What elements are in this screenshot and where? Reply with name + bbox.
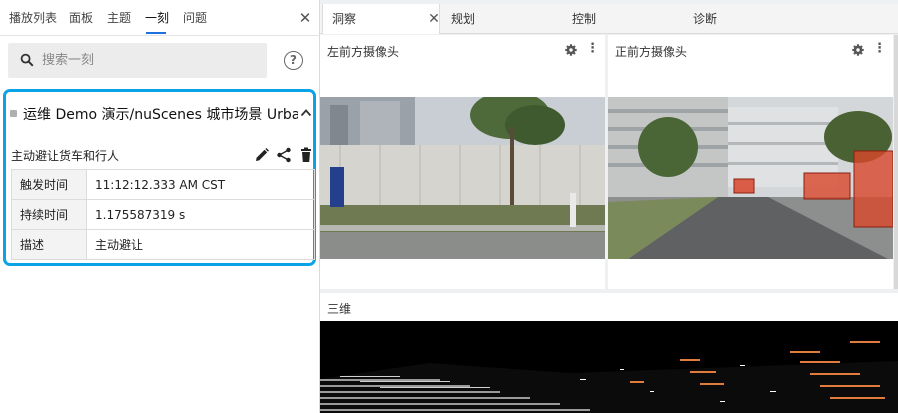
- main-area: 洞察 ✕ 规划 控制 诊断 左前方摄像头 ⋮ 正前方摄像头 ⋮ 三维: [320, 0, 898, 413]
- table-row: 触发时间 11:12:12.333 AM CST: [11, 169, 315, 200]
- panel-title: 正前方摄像头: [615, 45, 688, 59]
- event-card[interactable]: 运维 Demo 演示/nuScenes 城市场景 Urban 主动避让货车和行人…: [3, 89, 316, 266]
- close-icon[interactable]: ✕: [297, 10, 313, 26]
- front-camera-image: [608, 97, 893, 259]
- tab-topics[interactable]: 主题: [107, 10, 131, 26]
- more-vertical-icon[interactable]: ⋮: [873, 42, 886, 56]
- search-input[interactable]: [42, 43, 262, 78]
- sidebar: 播放列表 面板 主题 一刻 问题 ✕ ? 运维 Demo 演示/nuScenes…: [0, 0, 320, 413]
- tab-diagnostics[interactable]: 诊断: [693, 4, 717, 34]
- edit-icon[interactable]: [254, 147, 270, 163]
- search-box: [8, 43, 267, 78]
- close-icon[interactable]: ✕: [427, 12, 441, 26]
- gear-icon[interactable]: [852, 44, 864, 56]
- 3d-panel: 三维: [320, 293, 898, 413]
- chevron-up-icon[interactable]: [300, 108, 312, 118]
- left-camera-image: [320, 97, 605, 259]
- tab-moments[interactable]: 一刻: [145, 10, 169, 26]
- tab-issues[interactable]: 问题: [183, 10, 207, 26]
- help-icon[interactable]: ?: [284, 51, 303, 70]
- active-tab-indicator: [146, 32, 166, 34]
- more-vertical-icon[interactable]: ⋮: [586, 42, 599, 56]
- field-key: 触发时间: [11, 169, 87, 200]
- gear-icon[interactable]: [565, 44, 577, 56]
- point-cloud-view[interactable]: [320, 321, 898, 413]
- delete-icon[interactable]: [298, 147, 314, 163]
- layout-tab-bar: 洞察 ✕ 规划 控制 诊断: [320, 4, 898, 34]
- tab-panels[interactable]: 面板: [69, 10, 93, 26]
- left-camera-panel: 左前方摄像头 ⋮: [320, 35, 605, 289]
- table-row: 持续时间 1.175587319 s: [11, 199, 315, 230]
- panel-title: 三维: [327, 302, 352, 316]
- table-row: 描述 主动避让: [11, 229, 315, 260]
- field-key: 描述: [11, 229, 87, 260]
- front-camera-panel: 正前方摄像头 ⋮: [608, 35, 893, 289]
- sidebar-tab-bar: 播放列表 面板 主题 一刻 问题 ✕: [0, 0, 320, 36]
- field-key: 持续时间: [11, 199, 87, 230]
- event-details-table: 触发时间 11:12:12.333 AM CST 持续时间 1.17558731…: [11, 169, 315, 260]
- event-color-indicator: [10, 110, 17, 117]
- field-value: 11:12:12.333 AM CST: [86, 169, 315, 200]
- tab-control[interactable]: 控制: [572, 4, 596, 34]
- search-icon: [20, 53, 34, 67]
- vertical-scrollbar[interactable]: [894, 35, 898, 289]
- tab-insight[interactable]: 洞察 ✕: [322, 4, 440, 34]
- field-value: 1.175587319 s: [86, 199, 315, 230]
- share-icon[interactable]: [276, 147, 292, 163]
- tab-planning[interactable]: 规划: [451, 4, 475, 34]
- event-title: 运维 Demo 演示/nuScenes 城市场景 Urban: [23, 107, 298, 123]
- tab-playlist[interactable]: 播放列表: [9, 10, 57, 26]
- field-value: 主动避让: [86, 229, 315, 260]
- tab-label: 洞察: [332, 12, 357, 26]
- event-name: 主动避让货车和行人: [11, 149, 120, 163]
- panel-title: 左前方摄像头: [327, 45, 400, 59]
